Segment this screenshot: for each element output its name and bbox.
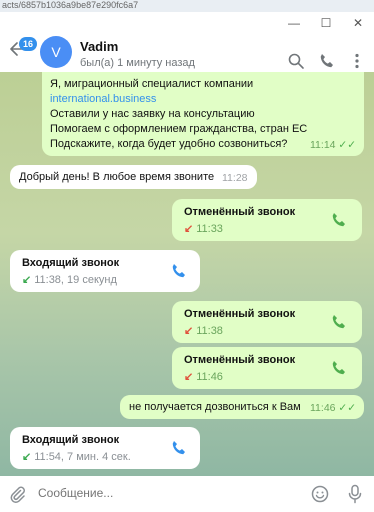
outgoing-message[interactable]: Я, миграционный специалист компании inte…	[42, 72, 364, 156]
phone-icon[interactable]	[170, 262, 188, 280]
microphone-icon[interactable]	[346, 484, 364, 504]
message-line: Подскажите, когда будет удобно созвонить…	[50, 138, 288, 150]
message-list[interactable]: Я, миграционный специалист компании inte…	[0, 72, 374, 476]
call-title: Входящий звонок	[22, 257, 120, 269]
attach-icon[interactable]	[8, 485, 26, 503]
unread-badge: 16	[19, 37, 37, 51]
call-message[interactable]: Отменённый звонок ↙ 11:38	[172, 301, 362, 343]
missed-call-arrow-icon: ↙	[184, 371, 194, 383]
call-info: ↙ 11:38	[184, 324, 223, 337]
outgoing-message[interactable]: не получается дозвониться к Вам 11:46 ✓✓	[120, 395, 364, 419]
call-title: Входящий звонок	[22, 434, 120, 446]
message-line: Помогаем с оформлением гражданства, стра…	[50, 123, 308, 135]
phone-icon[interactable]	[170, 439, 188, 457]
emoji-icon[interactable]	[311, 485, 329, 503]
call-title: Отменённый звонок	[184, 308, 296, 320]
incoming-call-arrow-icon: ↙	[22, 274, 32, 286]
call-message[interactable]: Отменённый звонок ↙ 11:46	[172, 347, 362, 389]
read-ticks-icon: ✓✓	[338, 402, 357, 414]
message-time: 11:28	[222, 172, 248, 184]
phone-icon[interactable]	[330, 211, 348, 229]
incoming-call-arrow-icon: ↙	[22, 451, 32, 463]
phone-icon[interactable]	[330, 359, 348, 377]
message-text: Добрый день! В любое время звоните	[19, 171, 215, 183]
more-vertical-icon[interactable]	[348, 52, 366, 70]
call-info: ↙ 11:33	[184, 222, 223, 235]
browser-url-strip: acts/6857b1036a9be87e290fc6a7	[0, 0, 374, 12]
missed-call-arrow-icon: ↙	[184, 223, 194, 235]
call-time: 11:38, 19 секунд	[34, 274, 117, 286]
call-message[interactable]: Входящий звонок ↙ 11:54, 7 мин. 4 сек.	[10, 427, 200, 469]
avatar[interactable]: V	[40, 36, 72, 68]
call-info: ↙ 11:38, 19 секунд	[22, 273, 117, 286]
call-message[interactable]: Отменённый звонок ↙ 11:33	[172, 199, 362, 241]
message-text: не получается дозвониться к Вам	[129, 401, 301, 413]
message-time: 11:14 ✓✓	[310, 139, 356, 151]
search-icon[interactable]	[287, 52, 305, 70]
contact-name[interactable]: Vadim	[80, 39, 118, 54]
message-link[interactable]: international.business	[50, 92, 156, 107]
close-button[interactable]: ✕	[342, 12, 374, 34]
read-ticks-icon: ✓✓	[338, 139, 357, 151]
call-time: 11:38	[196, 325, 223, 337]
missed-call-arrow-icon: ↙	[184, 325, 194, 337]
url-fragment: acts/6857b1036a9be87e290fc6a7	[2, 0, 139, 10]
call-title: Отменённый звонок	[184, 354, 296, 366]
phone-icon[interactable]	[318, 52, 336, 70]
phone-icon[interactable]	[330, 313, 348, 331]
call-time: 11:33	[196, 223, 223, 235]
message-composer	[0, 476, 374, 512]
message-line: Я, миграционный специалист компании	[50, 78, 254, 90]
maximize-button[interactable]: ☐	[310, 12, 342, 34]
minimize-button[interactable]: —	[278, 12, 310, 34]
call-time: 11:54, 7 мин. 4 сек.	[34, 451, 131, 463]
message-input[interactable]	[38, 486, 288, 500]
contact-status: был(а) 1 минуту назад	[80, 57, 195, 69]
message-time: 11:46 ✓✓	[310, 402, 356, 414]
call-time: 11:46	[196, 371, 223, 383]
window-controls: — ☐ ✕	[278, 12, 374, 34]
message-line: Оставили у нас заявку на консультацию	[50, 108, 255, 120]
incoming-message[interactable]: Добрый день! В любое время звоните 11:28	[10, 165, 257, 189]
call-message[interactable]: Входящий звонок ↙ 11:38, 19 секунд	[10, 250, 200, 292]
call-info: ↙ 11:54, 7 мин. 4 сек.	[22, 450, 131, 463]
time-label: 11:14	[310, 139, 336, 151]
time-label: 11:46	[310, 402, 336, 414]
call-info: ↙ 11:46	[184, 370, 223, 383]
call-title: Отменённый звонок	[184, 206, 296, 218]
